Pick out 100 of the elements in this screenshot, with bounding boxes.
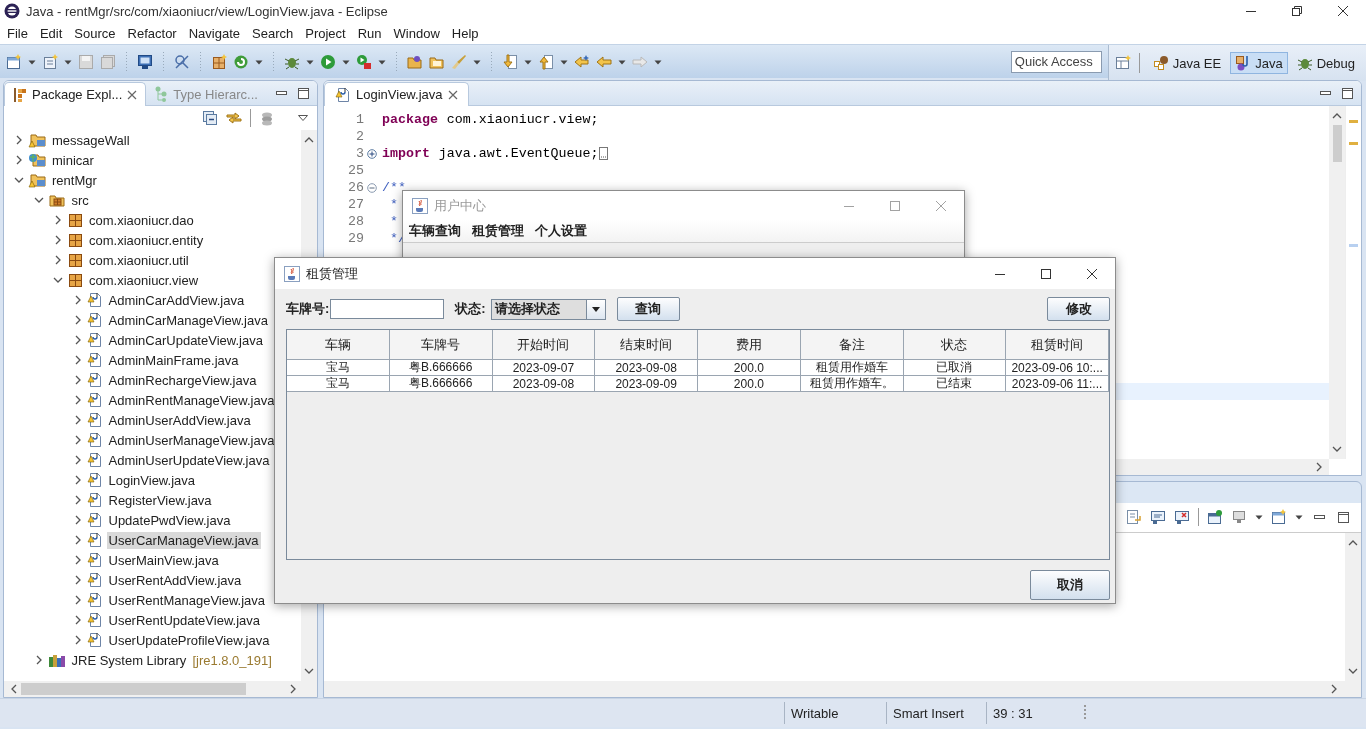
dropdown-arrow-icon[interactable] [590, 304, 601, 314]
scrollbar-thumb[interactable] [1332, 125, 1342, 162]
chevron-right-icon[interactable] [14, 154, 24, 166]
link-editor-icon[interactable] [226, 110, 242, 126]
scroll-right-icon[interactable] [1329, 684, 1339, 694]
maximize-icon[interactable] [1335, 509, 1351, 525]
unlink-icon[interactable] [174, 53, 190, 70]
chevron-right-icon[interactable] [53, 234, 63, 246]
menu-item[interactable]: Project [299, 23, 352, 43]
monitor-icon[interactable] [137, 53, 153, 70]
menu-item[interactable]: Source [68, 23, 122, 43]
column-header[interactable]: 车牌号 [389, 330, 493, 360]
close-icon[interactable] [127, 89, 138, 100]
new-console-icon[interactable] [1271, 509, 1287, 525]
column-header[interactable]: 备注 [800, 330, 904, 360]
tree-item[interactable]: com.xiaoniucr.dao [87, 211, 196, 229]
grid-icon[interactable] [211, 53, 227, 70]
tree-item[interactable]: AdminRechargeView.java [106, 371, 259, 389]
collapse-all-icon[interactable] [202, 110, 218, 126]
close-icon[interactable] [1086, 267, 1098, 280]
up-arrow-icon[interactable] [538, 53, 554, 70]
pin-icon[interactable] [1207, 509, 1223, 525]
tree-item[interactable]: AdminCarManageView.java [106, 311, 270, 329]
menu-item[interactable]: Search [246, 23, 300, 43]
view-menu-icon[interactable] [297, 112, 309, 124]
cancel-button[interactable]: 取消 [1030, 570, 1110, 600]
open-folder-icon[interactable] [407, 53, 423, 70]
tree-item[interactable]: com.xiaoniucr.util [87, 251, 191, 269]
menu-item[interactable]: Window [387, 23, 446, 43]
tree-item[interactable]: UpdatePwdView.java [106, 511, 233, 529]
open-perspective-icon[interactable] [1114, 55, 1131, 71]
scroll-left-icon[interactable] [9, 684, 19, 694]
maximize-icon[interactable] [295, 85, 311, 101]
new-file-icon[interactable] [6, 53, 22, 70]
tree-item[interactable]: RegisterView.java [106, 491, 214, 509]
menu-item[interactable]: 个人设置 [531, 222, 594, 240]
scrollbar-thumb[interactable] [21, 683, 246, 695]
tree-item[interactable]: com.xiaoniucr.view [87, 271, 201, 289]
quick-access-field[interactable]: Quick Access [1010, 50, 1102, 73]
back-edit-icon[interactable] [574, 53, 590, 70]
column-header[interactable]: 状态 [903, 330, 1007, 360]
tree-item[interactable]: UserRentUpdateView.java [106, 611, 262, 629]
tree-item[interactable]: AdminUserManageView.java [106, 431, 277, 449]
tree-item[interactable]: UserRentAddView.java [106, 571, 244, 589]
expand-fold-icon[interactable] [367, 148, 377, 159]
tree-item[interactable]: src [69, 191, 91, 209]
tree-item[interactable]: AdminMainFrame.java [106, 351, 241, 369]
panel-tab[interactable]: Package Expl... [4, 82, 147, 106]
word-wrap-icon[interactable] [1126, 509, 1142, 525]
scroll-up-icon[interactable] [1332, 111, 1342, 121]
folded-code-icon[interactable] [599, 147, 609, 160]
scroll-up-icon[interactable] [1348, 538, 1358, 548]
menu-item[interactable]: 车辆查询 [405, 222, 468, 240]
scroll-down-icon[interactable] [1348, 666, 1358, 676]
tree-item[interactable]: messageWall [50, 131, 132, 149]
tree-item[interactable]: UserCarManageView.java [106, 531, 261, 549]
column-header[interactable]: 结束时间 [595, 330, 698, 360]
scroll-right-icon[interactable] [288, 684, 298, 694]
collapse-fold-icon[interactable] [367, 182, 377, 193]
perspective-button[interactable]: Debug [1291, 52, 1360, 74]
remove-console-icon[interactable] [1174, 509, 1190, 525]
scroll-down-icon[interactable] [1332, 444, 1342, 454]
scroll-down-icon[interactable] [304, 666, 314, 676]
down-arrow-icon[interactable] [502, 53, 518, 70]
menu-item[interactable]: Refactor [121, 23, 183, 43]
tree-item[interactable]: UserMainView.java [106, 551, 221, 569]
chevron-right-icon[interactable] [14, 134, 24, 146]
column-header[interactable]: 租赁时间 [1006, 330, 1109, 360]
close-icon[interactable] [447, 89, 458, 100]
console-icon[interactable] [1150, 509, 1166, 525]
column-header[interactable]: 开始时间 [492, 330, 596, 360]
panel-tab[interactable]: LoginView.java [324, 82, 469, 106]
menu-item[interactable]: Edit [33, 23, 69, 43]
tree-item[interactable]: AdminCarUpdateView.java [106, 331, 265, 349]
new-class-icon[interactable] [42, 53, 58, 70]
menu-item[interactable]: Run [351, 23, 388, 43]
query-button[interactable]: 查询 [616, 297, 680, 321]
scroll-right-icon[interactable] [1314, 462, 1324, 472]
chevron-right-icon[interactable] [53, 214, 63, 226]
menu-item[interactable]: Navigate [182, 23, 246, 43]
scroll-up-icon[interactable] [304, 135, 314, 145]
tree-item[interactable]: AdminRentManageView.java [106, 391, 277, 409]
perspective-button[interactable]: Java [1230, 52, 1288, 74]
tree-item[interactable]: UserUpdateProfileView.java [106, 631, 272, 649]
close-icon[interactable] [1337, 5, 1349, 17]
status-dropdown[interactable]: 请选择状态 [490, 298, 606, 320]
tree-item[interactable]: AdminUserUpdateView.java [106, 451, 272, 469]
column-header[interactable]: 费用 [698, 330, 801, 360]
maximize-icon[interactable] [1040, 267, 1052, 280]
tree-item[interactable]: rentMgr [50, 171, 99, 189]
edit-button[interactable]: 修改 [1047, 297, 1110, 321]
plate-number-field[interactable] [330, 299, 445, 319]
chevron-right-icon[interactable] [53, 254, 63, 266]
menu-item[interactable]: Help [445, 23, 485, 43]
menu-item[interactable]: 租赁管理 [468, 222, 531, 240]
refresh-icon[interactable] [233, 53, 249, 70]
restore-icon[interactable] [1291, 5, 1303, 17]
menu-item[interactable]: File [1, 23, 34, 43]
tree-item[interactable]: LoginView.java [106, 471, 197, 489]
column-header[interactable]: 车辆 [287, 330, 390, 360]
